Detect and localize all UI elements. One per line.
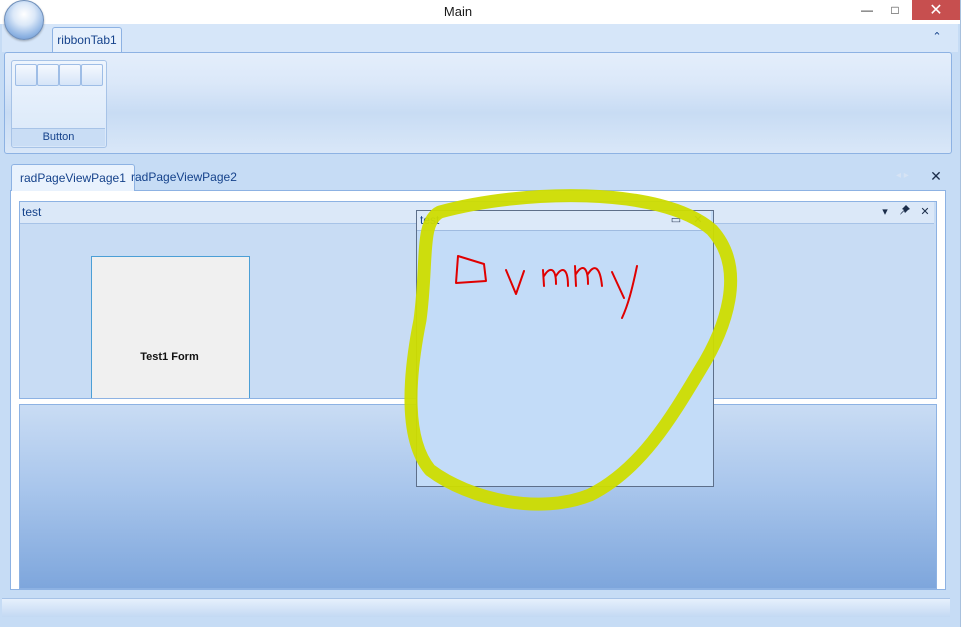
minimize-icon[interactable]: — (852, 0, 882, 20)
tab-radpageviewpage1[interactable]: radPageViewPage1 (11, 164, 135, 191)
floating-window-title: test (420, 213, 440, 227)
floating-maximize-icon[interactable]: ▭ (668, 212, 684, 228)
application-menu-button[interactable] (4, 0, 44, 40)
dock-menu-icon[interactable]: ▾ (877, 204, 893, 220)
ribbon-body (4, 52, 952, 154)
floating-close-icon[interactable]: ✕ (690, 212, 706, 228)
close-window-button[interactable]: ✕ (912, 0, 960, 20)
tab-radpageviewpage2[interactable]: radPageViewPage2 (123, 164, 245, 190)
group-button-4[interactable] (81, 64, 103, 86)
test1-form[interactable] (91, 256, 250, 398)
dock-window-title: test (22, 205, 42, 219)
floating-window (416, 210, 714, 487)
status-bar (2, 598, 950, 617)
ribbon-tab-row (2, 24, 958, 52)
tab-scroll-arrows-icon[interactable]: ◂ ▸ (896, 170, 909, 181)
group-button-2[interactable] (37, 64, 59, 86)
dock-close-icon[interactable]: ✕ (917, 204, 933, 220)
test1-form-label: Test1 Form (140, 351, 199, 363)
group-button-1[interactable] (15, 64, 37, 86)
pin-icon-shape (900, 205, 910, 215)
window-title: Main (443, 4, 473, 19)
page-view-close-icon[interactable]: ✕ (928, 168, 944, 184)
ribbon-tab[interactable]: ribbonTab1 (52, 27, 122, 53)
group-button-3[interactable] (59, 64, 81, 86)
floating-window-titlebar[interactable] (417, 211, 711, 231)
maximize-icon[interactable]: □ (880, 0, 910, 20)
ribbon-collapse-icon[interactable]: ⌃ (928, 28, 946, 46)
pin-icon[interactable] (897, 204, 913, 220)
group-label: Button (12, 128, 105, 146)
